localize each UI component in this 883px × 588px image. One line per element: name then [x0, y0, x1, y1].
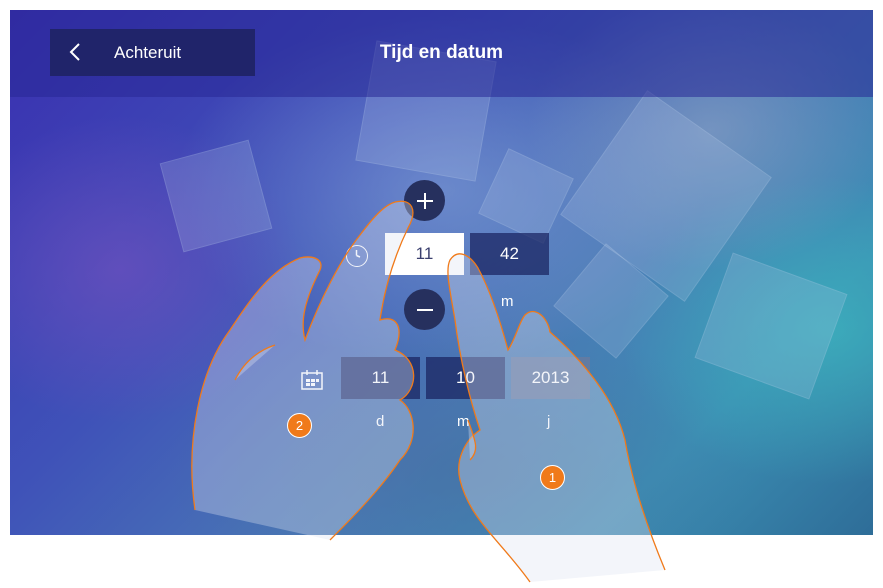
background-cube — [159, 139, 273, 253]
header-bar: Achteruit Tijd en datum — [10, 10, 873, 97]
minus-icon — [416, 308, 433, 311]
calendar-icon — [301, 370, 323, 390]
decrement-button[interactable] — [404, 289, 445, 330]
increment-button[interactable] — [404, 180, 445, 221]
background-cube — [478, 148, 574, 244]
page-title: Tijd en datum — [379, 42, 504, 63]
clock-icon — [346, 245, 368, 267]
hours-field[interactable]: 11 — [385, 233, 464, 275]
year-unit-label: j — [547, 413, 551, 430]
month-field[interactable]: 10 — [426, 357, 505, 399]
callout-badge-2: 2 — [287, 413, 312, 438]
plus-icon — [416, 192, 433, 209]
day-unit-label: d — [376, 413, 385, 430]
device-screen: Achteruit Tijd en datum 11 42 m 11 10 20… — [10, 10, 873, 535]
minutes-unit-label: m — [501, 293, 514, 310]
background-cube — [694, 252, 848, 400]
minutes-field[interactable]: 42 — [470, 233, 549, 275]
callout-badge-1: 1 — [540, 465, 565, 490]
month-unit-label: m — [457, 413, 470, 430]
day-field[interactable]: 11 — [341, 357, 420, 399]
year-field[interactable]: 2013 — [511, 357, 590, 399]
